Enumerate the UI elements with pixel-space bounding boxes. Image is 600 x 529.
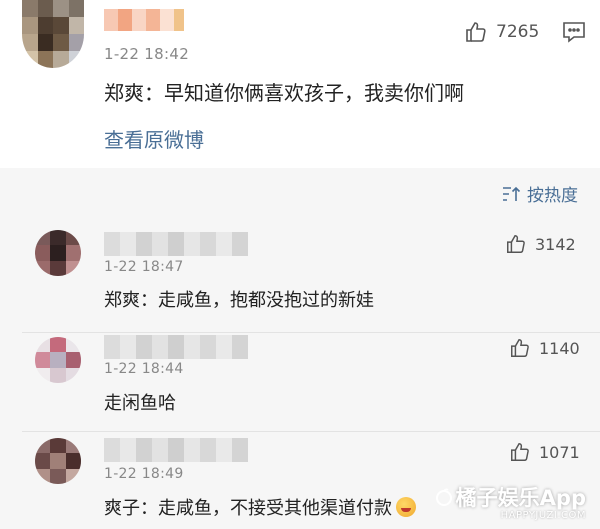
main-post: 1-22 18:42 7265 郑爽：早知道你俩喜欢孩子，我卖你们啊 查看原微博 (0, 0, 600, 168)
comment-like-button[interactable]: 1140 (509, 337, 580, 359)
avatar[interactable] (35, 438, 81, 484)
comment-timestamp: 1-22 18:44 (104, 361, 184, 377)
avatar[interactable] (22, 0, 84, 68)
comment-item: 1-22 18:47 3142 郑爽：走咸鱼，抱都没抱过的新娃 (0, 220, 600, 333)
comment-text: 走闲鱼哈 (104, 393, 176, 414)
comment-like-count: 1140 (539, 338, 580, 358)
sort-by-hot-button[interactable]: 按热度 (501, 181, 578, 206)
view-original-link[interactable]: 查看原微博 (104, 124, 204, 153)
thumbs-up-icon (466, 22, 486, 42)
sort-bar: 按热度 (0, 168, 600, 220)
thumbs-up-icon (511, 443, 529, 461)
thumbs-up-icon (507, 235, 525, 253)
comment-item: 1-22 18:44 1140 走闲鱼哈 (0, 333, 600, 432)
comment-icon[interactable] (562, 21, 586, 43)
post-text: 郑爽：早知道你俩喜欢孩子，我卖你们啊 (104, 81, 464, 105)
avatar[interactable] (35, 230, 81, 276)
orange-logo-icon (435, 488, 452, 506)
sort-label: 按热度 (527, 186, 578, 206)
username-blurred[interactable] (104, 335, 248, 359)
post-timestamp: 1-22 18:42 (104, 45, 190, 63)
comment-like-count: 1071 (539, 442, 580, 462)
like-button[interactable]: 7265 (464, 20, 539, 44)
watermark-brand: 橘子娱乐App (455, 486, 586, 510)
thumbs-up-icon (511, 339, 529, 357)
username-blurred[interactable] (104, 438, 248, 462)
sort-icon (503, 186, 521, 201)
watermark: 橘子娱乐App HAPPYJUZI.COM (435, 482, 586, 521)
comment-text: 爽子：走咸鱼，不接受其他渠道付款 (104, 494, 416, 520)
username-blurred[interactable] (104, 232, 248, 256)
laughing-emoji-icon (396, 497, 416, 517)
comment-timestamp: 1-22 18:49 (104, 466, 184, 482)
comment-text: 郑爽：走咸鱼，抱都没抱过的新娃 (104, 290, 374, 311)
comment-like-button[interactable]: 1071 (509, 441, 580, 463)
comment-timestamp: 1-22 18:47 (104, 259, 184, 275)
comment-text-content: 爽子：走咸鱼，不接受其他渠道付款 (104, 498, 392, 519)
avatar[interactable] (35, 337, 81, 383)
like-count: 7265 (496, 22, 540, 42)
username-blurred[interactable] (104, 9, 184, 31)
comment-like-count: 3142 (535, 234, 576, 254)
comment-like-button[interactable]: 3142 (505, 233, 576, 255)
